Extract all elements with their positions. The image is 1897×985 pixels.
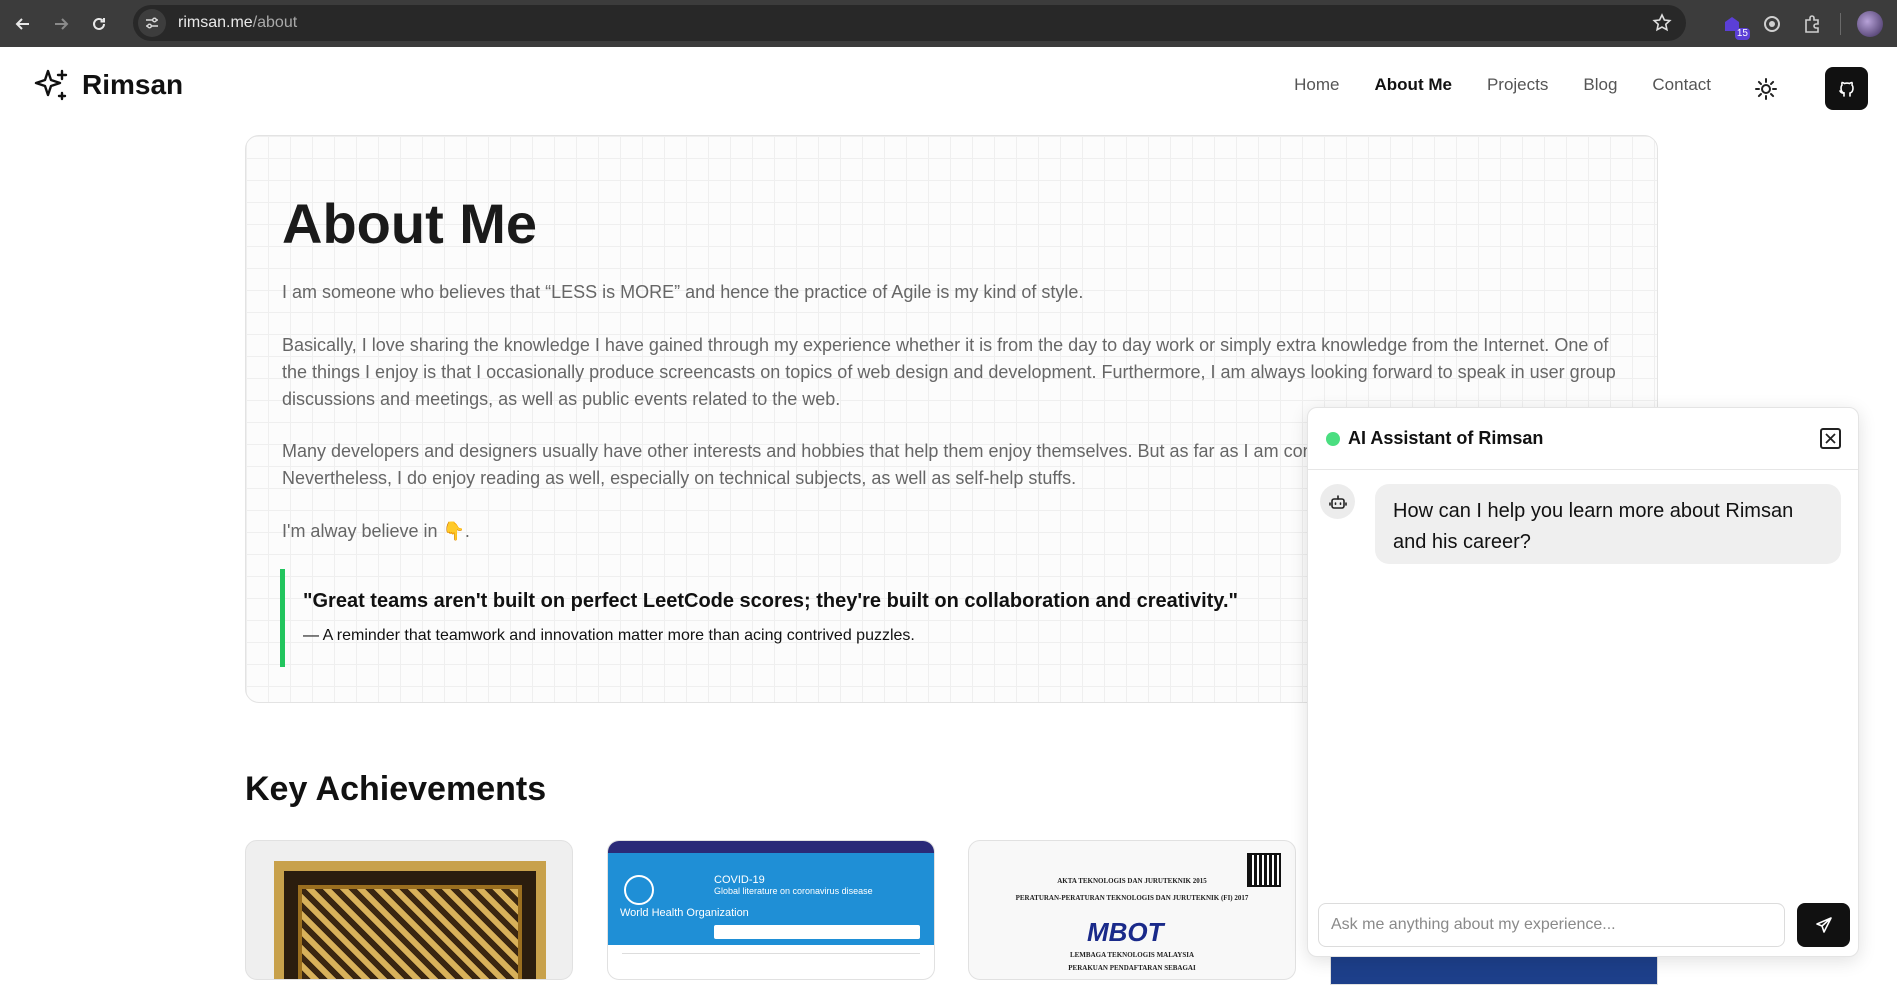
nav-projects[interactable]: Projects	[1487, 75, 1548, 95]
nav-contact[interactable]: Contact	[1652, 75, 1711, 95]
extension-icon[interactable]: 15	[1720, 12, 1750, 40]
toolbar-divider	[1840, 12, 1841, 35]
send-button[interactable]	[1797, 903, 1850, 947]
nav-blog[interactable]: Blog	[1583, 75, 1617, 95]
profile-avatar[interactable]	[1857, 10, 1883, 37]
bot-icon	[1320, 484, 1355, 519]
github-button[interactable]	[1825, 67, 1868, 110]
who-search-box	[714, 925, 920, 939]
extensions-area: 15	[1720, 0, 1897, 47]
send-icon	[1815, 917, 1832, 933]
achievements-title: Key Achievements	[245, 770, 547, 808]
who-subheading: Global literature on coronavirus disease	[714, 886, 873, 896]
about-paragraph-2: Basically, I love sharing the knowledge …	[282, 335, 1616, 409]
online-status-dot	[1326, 432, 1340, 446]
mbot-line-3: LEMBAGA TEKNOLOGIS MALAYSIA	[1069, 951, 1195, 959]
url-path: /about	[252, 14, 298, 31]
site-logo[interactable]: Rimsan	[34, 67, 183, 103]
who-emblem-icon	[624, 875, 654, 905]
award-plaque-image	[274, 861, 546, 979]
github-icon	[1838, 81, 1854, 97]
chat-input[interactable]	[1318, 903, 1785, 947]
quote-block: "Great teams aren't built on perfect Lee…	[280, 569, 1380, 667]
who-heading: COVID-19	[714, 874, 765, 886]
main-nav: Home About Me Projects Blog Contact	[1259, 75, 1711, 95]
mbot-certificate-footer: LEMBAGA TEKNOLOGIS MALAYSIA PERAKUAN PEN…	[969, 949, 1295, 975]
mbot-logo: MBOT	[1087, 917, 1164, 947]
nav-home[interactable]: Home	[1294, 75, 1339, 95]
mbot-line-4: PERAKUAN PENDAFTARAN SEBAGAI	[1068, 964, 1196, 972]
page-title: About Me	[282, 192, 538, 255]
mbot-certificate-text: AKTA TEKNOLOGIS DAN JURUTEKNIK 2015 PERA…	[969, 875, 1295, 905]
site-settings-icon[interactable]	[138, 9, 166, 37]
mbot-line-2: PERATURAN-PERATURAN TEKNOLOGIS DAN JURUT…	[1015, 894, 1249, 902]
forward-icon[interactable]	[46, 9, 76, 39]
quote-attribution: — A reminder that teamwork and innovatio…	[303, 627, 915, 644]
nav-about-me[interactable]: About Me	[1375, 75, 1452, 95]
achievement-card-award[interactable]	[245, 840, 573, 980]
logo-text: Rimsan	[82, 69, 184, 100]
close-icon[interactable]	[1820, 428, 1841, 449]
browser-toolbar: rimsan.me/about 15	[0, 0, 1897, 47]
site-header: Rimsan Home About Me Projects Blog Conta…	[0, 47, 1897, 127]
sparkles-icon	[34, 69, 68, 101]
ai-chat-widget: AI Assistant of Rimsan How can I help yo…	[1307, 407, 1859, 957]
back-icon[interactable]	[8, 9, 38, 39]
who-org-name: World Health Organization	[620, 907, 749, 919]
who-results-area	[622, 953, 920, 973]
puzzle-extensions-icon[interactable]	[1800, 12, 1824, 36]
achievement-card-who[interactable]: World Health Organization COVID-19 Globa…	[607, 840, 935, 980]
quote-text: "Great teams aren't built on perfect Lee…	[303, 590, 1238, 612]
who-banner: World Health Organization COVID-19 Globa…	[608, 853, 934, 945]
chat-title: AI Assistant of Rimsan	[1348, 428, 1544, 448]
target-extension-icon[interactable]	[1760, 12, 1784, 36]
bookmark-star-icon[interactable]	[1652, 13, 1672, 38]
chat-header: AI Assistant of Rimsan	[1308, 408, 1858, 470]
address-bar[interactable]: rimsan.me/about	[133, 5, 1686, 41]
sun-icon[interactable]	[1752, 75, 1780, 103]
url-host: rimsan.me	[178, 14, 253, 31]
extension-badge: 15	[1734, 27, 1750, 40]
achievement-card-mbot[interactable]: AKTA TEKNOLOGIS DAN JURUTEKNIK 2015 PERA…	[968, 840, 1296, 980]
about-paragraph-1: I am someone who believes that “LESS is …	[282, 282, 1084, 302]
who-covid-heading: COVID-19 Global literature on coronaviru…	[714, 875, 873, 897]
url-text: rimsan.me/about	[178, 14, 297, 32]
who-topbar	[608, 841, 934, 853]
reload-icon[interactable]	[84, 9, 114, 39]
mbot-line-1: AKTA TEKNOLOGIS DAN JURUTEKNIK 2015	[1057, 877, 1207, 885]
bot-message: How can I help you learn more about Rims…	[1375, 484, 1841, 564]
